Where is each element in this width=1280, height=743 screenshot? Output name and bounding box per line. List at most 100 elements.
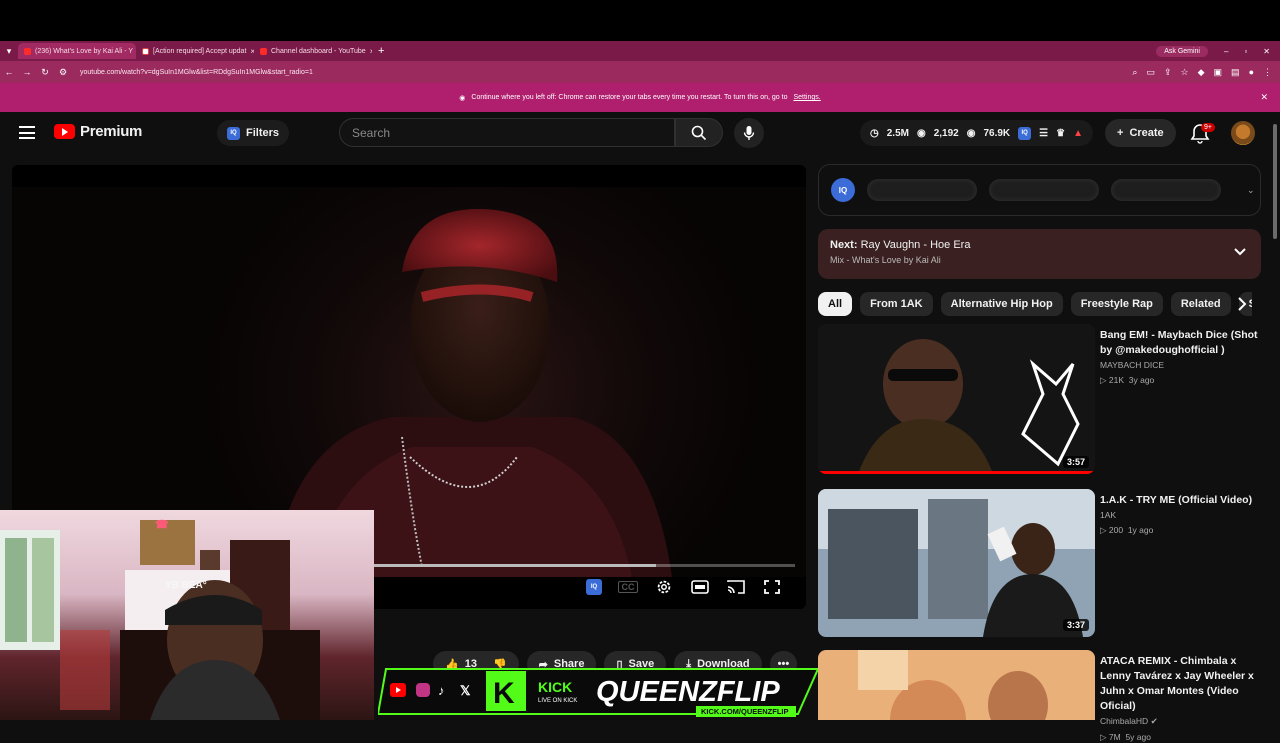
chevron-down-icon[interactable]: ⌄: [1247, 185, 1255, 196]
tab-title: (236) What's Love by Kai Ali - Y: [35, 47, 134, 55]
progress-fill: [374, 564, 657, 567]
stat-views: 2.5M: [886, 127, 909, 139]
video-progress-bar[interactable]: [374, 564, 795, 567]
theater-mode-icon[interactable]: [690, 578, 710, 596]
settings-link[interactable]: Settings.: [793, 94, 820, 101]
streamer-camera-image: YB BEA° ☎: [0, 519, 320, 720]
video-info: ATACA REMIX - Chimbala x Lenny Tavárez x…: [1100, 654, 1260, 743]
iq-blurred-pill[interactable]: [867, 179, 977, 201]
video-thumbnail[interactable]: 3:37: [818, 489, 1095, 637]
chevron-right-icon[interactable]: [1232, 294, 1252, 314]
iq-extension-icon[interactable]: IQ: [1018, 126, 1032, 140]
youtube-premium-logo[interactable]: Premium: [54, 123, 142, 140]
voice-search-button[interactable]: [734, 118, 764, 148]
ask-gemini-button[interactable]: Ask Gemini: [1156, 45, 1208, 57]
fullscreen-icon[interactable]: [762, 578, 782, 596]
kick-url: KICK.COM/QUEENZFLIP: [701, 707, 789, 716]
list-item[interactable]: ATACA REMIX - Chimbala x Lenny Tavárez x…: [818, 650, 1268, 742]
iq-player-icon[interactable]: IQ: [586, 579, 602, 595]
bookmark-star-icon[interactable]: ☆: [1181, 67, 1189, 78]
maximize-icon[interactable]: ▫: [1244, 47, 1247, 56]
page-scrollbar[interactable]: [1272, 112, 1278, 720]
channel-name[interactable]: 1AK: [1100, 510, 1260, 520]
avatar[interactable]: [1231, 121, 1255, 145]
reload-icon[interactable]: ↻: [36, 67, 54, 78]
video-thumbnail[interactable]: 3:57: [818, 324, 1095, 474]
trophy-icon[interactable]: ♛: [1056, 128, 1065, 139]
captions-icon[interactable]: CC: [618, 581, 638, 593]
clock-icon: ◷: [870, 127, 879, 139]
video-title[interactable]: 1.A.K - TRY ME (Official Video): [1100, 493, 1260, 508]
video-title[interactable]: ATACA REMIX - Chimbala x Lenny Tavárez x…: [1100, 654, 1260, 714]
close-infobar-icon[interactable]: ✕: [1260, 92, 1268, 103]
eye-icon: ◉: [916, 127, 926, 139]
cast-icon[interactable]: ▭: [1146, 67, 1155, 78]
settings-gear-icon[interactable]: [654, 578, 674, 596]
forward-icon[interactable]: →: [18, 67, 36, 77]
browser-tab-bar: ▾ (236) What's Love by Kai Ali - Y × [Ac…: [0, 41, 1280, 61]
chip-alt-hip-hop[interactable]: Alternative Hip Hop: [940, 292, 1063, 316]
notification-count-badge: 9+: [1201, 123, 1215, 132]
chip-related[interactable]: Related: [1170, 292, 1231, 316]
sidepanel-icon[interactable]: ▤: [1231, 67, 1240, 78]
svg-text:♪: ♪: [438, 683, 445, 698]
streamer-webcam: YB BEA° ☎: [0, 510, 374, 720]
extension-icon[interactable]: ◆: [1198, 67, 1205, 78]
list-item[interactable]: 3:37 1.A.K - TRY ME (Official Video) 1AK…: [818, 489, 1268, 639]
svg-text:YB BEA°: YB BEA°: [165, 580, 207, 591]
list-icon[interactable]: ☰: [1039, 128, 1048, 139]
cast-icon[interactable]: [726, 578, 746, 596]
restore-tabs-infobar: ◉ Continue where you left off: Chrome ca…: [0, 83, 1280, 112]
tab-youtube-video[interactable]: (236) What's Love by Kai Ali - Y ×: [18, 43, 136, 59]
plus-icon: +: [1117, 127, 1124, 139]
video-meta: ▷ 21K 3y ago: [1100, 375, 1155, 385]
svg-text:𝕏: 𝕏: [460, 683, 471, 698]
iq-blurred-pill[interactable]: [1111, 179, 1221, 201]
tab-title: Channel dashboard - YouTube: [271, 47, 366, 55]
menu-dots-icon[interactable]: ⋮: [1263, 67, 1272, 78]
minimize-icon[interactable]: –: [1224, 47, 1228, 56]
close-tab-icon[interactable]: ×: [370, 47, 372, 56]
channel-name[interactable]: ChimbalaHD ✔: [1100, 716, 1260, 727]
puzzle-icon[interactable]: ▣: [1214, 67, 1223, 78]
list-item[interactable]: 3:57 Bang EM! - Maybach Dice (Shot by @m…: [818, 324, 1268, 474]
iq-blurred-pill[interactable]: [989, 179, 1099, 201]
iq-extension-icon: IQ: [227, 126, 240, 140]
video-age: 5y ago: [1125, 732, 1151, 742]
zoom-icon[interactable]: ⌕: [1132, 67, 1137, 78]
new-tab-icon[interactable]: +: [378, 45, 384, 57]
search-input[interactable]: Search: [339, 118, 675, 147]
video-thumbnail[interactable]: [818, 650, 1095, 720]
next-title-row: Next: Ray Vaughn - Hoe Era: [830, 239, 1249, 251]
duration-badge: 3:57: [1062, 456, 1089, 468]
hamburger-menu-icon[interactable]: [19, 126, 35, 139]
scrollbar-thumb[interactable]: [1273, 124, 1277, 239]
close-window-icon[interactable]: ✕: [1263, 47, 1270, 56]
tab-gmail[interactable]: [Action required] Accept updat ×: [136, 43, 254, 59]
filters-button[interactable]: IQ Filters: [217, 120, 290, 146]
search-button[interactable]: [675, 118, 723, 147]
chip-freestyle-rap[interactable]: Freestyle Rap: [1070, 292, 1163, 316]
channel-label: ChimbalaHD: [1100, 716, 1149, 726]
profile-icon[interactable]: ●: [1249, 67, 1254, 78]
youtube-header: Premium IQ Filters Search ◷ 2.5M ◉ 2,192…: [0, 112, 1280, 156]
kick-subtitle: LIVE ON KICK: [538, 698, 577, 704]
kick-stream-overlay: ♪ 𝕏 K KICK LIVE ON KICK QUEENZFLIP KICK.…: [378, 668, 820, 717]
back-icon[interactable]: ←: [0, 67, 18, 77]
channel-name[interactable]: MAYBACH DICE: [1100, 360, 1260, 370]
video-meta: ▷ 7M 5y ago: [1100, 732, 1151, 742]
share-icon[interactable]: ⇪: [1164, 67, 1172, 78]
tab-channel-dashboard[interactable]: Channel dashboard - YouTube ×: [254, 43, 372, 59]
extension-icons: ⌕ ▭ ⇪ ☆ ◆ ▣ ▤ ● ⋮: [1132, 67, 1272, 78]
site-info-icon[interactable]: ⚙: [54, 67, 72, 78]
video-title[interactable]: Bang EM! - Maybach Dice (Shot by @makedo…: [1100, 328, 1260, 358]
youtube-play-icon: [54, 124, 75, 139]
chip-from-1ak[interactable]: From 1AK: [860, 292, 933, 316]
next-up-card[interactable]: Next: Ray Vaughn - Hoe Era Mix - What's …: [818, 229, 1261, 279]
alert-bell-icon[interactable]: ▲: [1073, 128, 1083, 139]
chip-all[interactable]: All: [818, 292, 853, 316]
url-field[interactable]: youtube.com/watch?v=dgSuIn1MGlw&list=RDd…: [80, 69, 313, 76]
create-button[interactable]: + Create: [1105, 119, 1176, 147]
chevron-down-icon[interactable]: [1233, 247, 1247, 257]
tab-search-icon[interactable]: ▾: [0, 46, 18, 57]
